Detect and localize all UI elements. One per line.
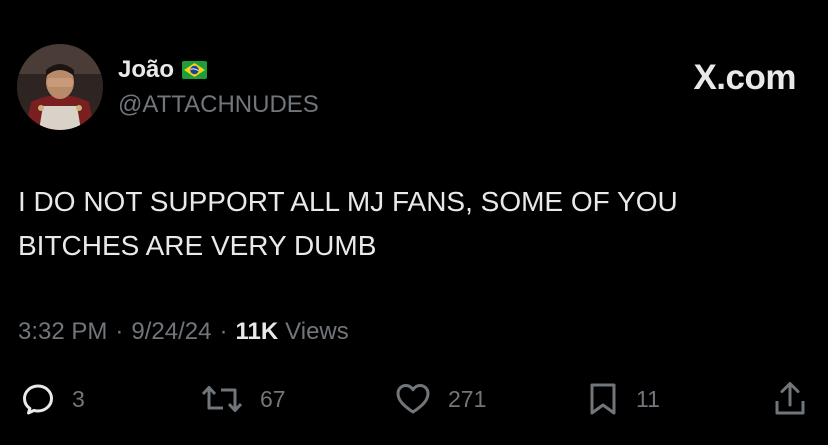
author-name[interactable]: João — [118, 56, 174, 84]
tweet-meta: 3:32 PM · 9/24/24 · 11K Views — [18, 318, 349, 346]
views-label: Views — [285, 318, 349, 345]
repost-icon — [200, 381, 244, 417]
brand-wordmark: X.com — [693, 58, 796, 97]
like-button[interactable]: 271 — [394, 376, 486, 422]
bookmark-count: 11 — [636, 385, 660, 412]
reply-button[interactable]: 3 — [20, 376, 85, 422]
action-bar: 3 67 271 11 — [0, 376, 828, 422]
reply-count: 3 — [72, 385, 85, 412]
avatar-image — [17, 44, 103, 130]
tweet-time[interactable]: 3:32 PM — [18, 318, 107, 346]
tweet-text: I DO NOT SUPPORT ALL MJ FANS, SOME OF YO… — [18, 186, 678, 261]
author-name-row[interactable]: João — [118, 56, 208, 84]
like-count: 271 — [448, 385, 487, 412]
bookmark-button[interactable]: 11 — [586, 376, 660, 422]
tweet-date[interactable]: 9/24/24 — [131, 318, 211, 346]
bookmark-icon — [586, 381, 620, 417]
views-count: 11K — [235, 318, 279, 345]
like-icon — [394, 381, 432, 417]
brazil-flag-icon — [182, 61, 208, 79]
author-handle[interactable]: @ATTACHNUDES — [118, 91, 319, 119]
repost-count: 67 — [260, 385, 286, 412]
share-icon — [772, 380, 808, 418]
meta-separator: · — [219, 318, 228, 345]
reply-icon — [20, 381, 56, 417]
meta-separator: · — [115, 318, 124, 345]
repost-button[interactable]: 67 — [200, 376, 286, 422]
avatar[interactable] — [17, 44, 103, 130]
share-button[interactable] — [772, 376, 808, 422]
